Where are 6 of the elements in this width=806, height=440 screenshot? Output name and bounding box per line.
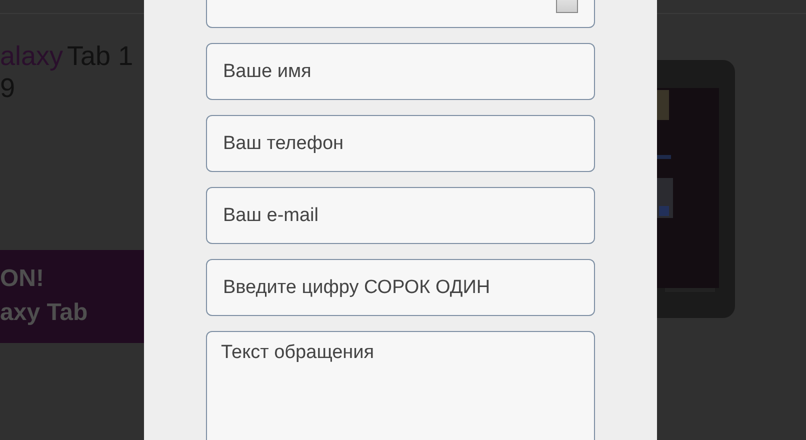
message-field[interactable]: Текст обращения [206,331,595,440]
input-field[interactable]: Ваше имя [206,43,595,100]
input-field[interactable]: Введите цифру СОРОК ОДИН [206,259,595,316]
promo-banner: ON! axy Tab [0,250,144,343]
input-field[interactable]: Ваш e-mail [206,187,595,244]
input-field[interactable]: Ваш телефон [206,115,595,172]
